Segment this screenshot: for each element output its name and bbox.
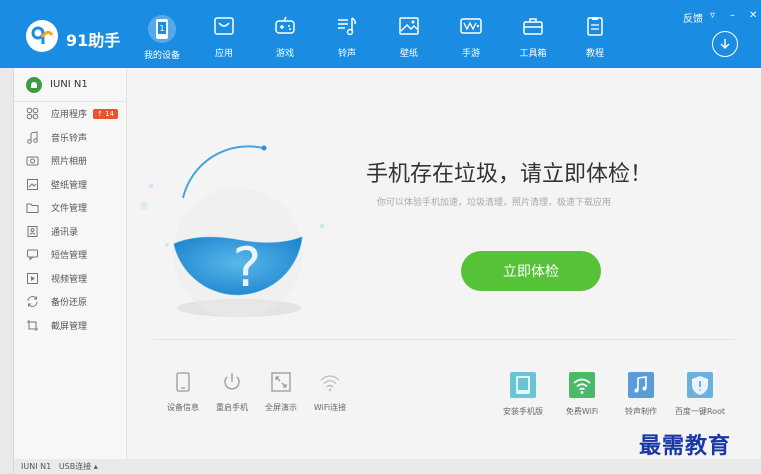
download-arrow-icon: [720, 39, 730, 50]
sidebar: IUNI N1 应用程序 ↑ 14 音乐铃声 照片相册 壁纸管理 文件管理 通讯…: [14, 68, 127, 459]
section-divider: [153, 339, 735, 340]
ringtone-maker-icon: [628, 372, 654, 398]
sidebar-item-label: 应用程序: [51, 110, 88, 121]
toolbox-icon: [523, 18, 543, 35]
nav-wallpapers[interactable]: 壁纸: [384, 14, 434, 59]
sidebar-item-photos[interactable]: 照片相册: [14, 149, 126, 173]
device-info-icon: [176, 372, 190, 392]
sidebar-item-label: 音乐铃声: [51, 133, 88, 144]
nav-label: 工具箱: [519, 49, 547, 59]
tool-wifi-connect[interactable]: WiFi连接: [295, 370, 365, 413]
screenshot-icon: [27, 319, 38, 331]
wallpaper-icon: [27, 178, 38, 190]
root-shield-icon: [687, 372, 713, 398]
sidebar-item-contacts[interactable]: 通讯录: [14, 220, 126, 244]
nav-label: 铃声: [337, 49, 356, 59]
sidebar-item-backup[interactable]: 备份还原: [14, 290, 126, 314]
mobile-game-icon: [460, 18, 482, 34]
fullscreen-icon: [271, 372, 291, 392]
tutorial-icon: [587, 17, 603, 36]
sidebar-item-label: 备份还原: [51, 298, 88, 309]
wallpaper-icon: [399, 17, 419, 35]
menu-button[interactable]: ▿: [710, 10, 715, 21]
contacts-icon: [27, 225, 38, 237]
tool-baidu-root[interactable]: 百度一键Root: [665, 370, 735, 417]
nav-label: 教程: [585, 49, 604, 59]
app-logo: [26, 20, 58, 52]
sidebar-item-label: 通讯录: [51, 227, 79, 238]
update-count: 14: [105, 109, 115, 118]
wifi-icon: [320, 375, 340, 392]
camera-icon: [26, 156, 39, 166]
svg-text:1: 1: [159, 24, 164, 33]
sidebar-item-label: 视频管理: [51, 274, 88, 285]
nav-toolbox[interactable]: 工具箱: [508, 14, 558, 59]
device-name: IUNI N1: [50, 79, 88, 90]
nav-label: 手游: [461, 49, 480, 59]
sidebar-item-screenshots[interactable]: 截屏管理: [14, 314, 126, 338]
tool-label: WiFi连接: [313, 403, 347, 412]
sidebar-item-music[interactable]: 音乐铃声: [14, 126, 126, 150]
status-bar: IUNI N1 USB连接 ▴: [14, 459, 761, 474]
health-gauge: ?: [140, 145, 325, 318]
video-icon: [27, 272, 38, 284]
page-subtitle: 你可以体验手机加速，垃圾清理，照片清理，极速下载应用: [377, 198, 612, 208]
android-icon: [26, 76, 42, 93]
download-button[interactable]: [712, 31, 738, 57]
gamepad-icon: [275, 16, 295, 34]
nav-label: 我的设备: [143, 51, 180, 61]
page-title: 手机存在垃圾，请立即体检！: [366, 162, 653, 187]
nav-label: 壁纸: [399, 49, 418, 59]
sidebar-item-label: 壁纸管理: [51, 180, 88, 191]
sidebar-item-sms[interactable]: 短信管理: [14, 243, 126, 267]
folder-icon: [26, 203, 39, 214]
close-button[interactable]: ✕: [749, 10, 757, 21]
watermark-text: 最需教育: [639, 433, 732, 459]
check-now-button[interactable]: 立即体检: [461, 251, 601, 291]
install-phone-icon: [510, 372, 536, 398]
device-icon: 1: [148, 15, 176, 43]
nav-mobile-games[interactable]: 手游: [446, 14, 496, 59]
music-note-icon: [27, 131, 38, 144]
device-header[interactable]: IUNI N1: [14, 68, 126, 102]
nav-my-device[interactable]: 1 我的设备: [137, 14, 187, 61]
sidebar-item-label: 文件管理: [51, 204, 88, 215]
music-icon: [338, 17, 356, 36]
nav-apps[interactable]: 应用: [199, 14, 249, 59]
sidebar-item-label: 截屏管理: [51, 321, 88, 332]
nav-label: 应用: [214, 49, 233, 59]
nav-games[interactable]: 游戏: [260, 14, 310, 59]
app-name: 91助手: [66, 31, 121, 50]
apps-grid-icon: [26, 107, 39, 120]
backup-icon: [27, 296, 38, 308]
sidebar-item-apps[interactable]: 应用程序 ↑ 14: [14, 102, 126, 126]
app-icon: [214, 17, 234, 35]
nav-ringtones[interactable]: 铃声: [322, 14, 372, 59]
nav-label: 游戏: [275, 49, 294, 59]
update-count-badge: ↑ 14: [93, 108, 119, 119]
sidebar-item-label: 照片相册: [51, 157, 88, 168]
top-header: 91助手 1 我的设备 应用 游戏 铃声 壁纸 手游 工具箱 教程 反馈 ▿ –…: [0, 0, 761, 68]
gauge-question-mark: ?: [233, 236, 262, 299]
power-icon: [224, 373, 240, 390]
free-wifi-icon: [569, 372, 595, 398]
logo-91-icon: [31, 26, 54, 44]
status-connection: USB连接: [58, 462, 92, 471]
sms-icon: [27, 249, 38, 261]
feedback-link[interactable]: 反馈: [683, 10, 703, 25]
main-panel: ? 手机存在垃圾，请立即体检！ 你可以体验手机加速，垃圾清理，照片清理，极速下载…: [127, 68, 761, 459]
minimize-button[interactable]: –: [730, 10, 735, 21]
sidebar-item-label: 短信管理: [51, 251, 88, 262]
left-window-edge: [0, 68, 14, 474]
sidebar-item-files[interactable]: 文件管理: [14, 196, 126, 220]
sidebar-item-video[interactable]: 视频管理: [14, 267, 126, 291]
nav-tutorials[interactable]: 教程: [570, 14, 620, 59]
tool-label: 百度一键Root: [674, 407, 726, 416]
status-device-name: IUNI N1: [21, 462, 52, 471]
status-caret-icon[interactable]: ▴: [94, 462, 98, 471]
sidebar-item-wallpaper[interactable]: 壁纸管理: [14, 173, 126, 197]
